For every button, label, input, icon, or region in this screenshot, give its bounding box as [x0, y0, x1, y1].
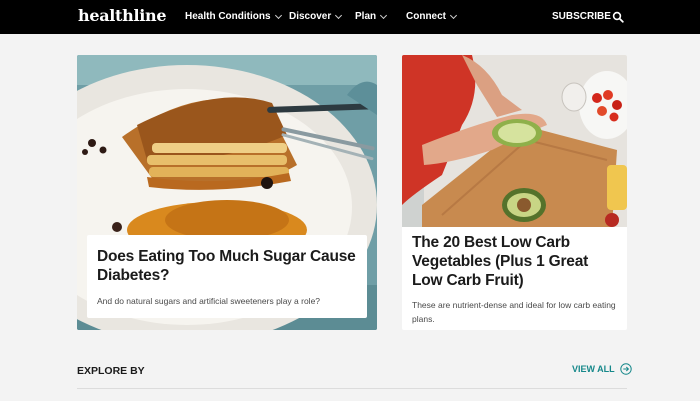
view-all-link[interactable]: VIEW ALL [572, 363, 632, 375]
chevron-down-icon [449, 11, 458, 19]
arrow-circle-right-icon [619, 363, 632, 375]
article-card-low-carb-vegetables[interactable]: The 20 Best Low Carb Vegetables (Plus 1 … [402, 55, 627, 330]
article-card-text: Does Eating Too Much Sugar Cause Diabete… [87, 235, 367, 318]
nav-plan[interactable]: Plan [355, 11, 388, 22]
avocado-photo [402, 55, 627, 227]
nav-discover[interactable]: Discover [289, 11, 343, 22]
view-all-label: VIEW ALL [572, 364, 615, 374]
healthline-logo[interactable]: healthline [78, 6, 167, 25]
top-nav: healthline Health Conditions Discover Pl… [0, 0, 700, 34]
article-card-sugar-diabetes[interactable]: Does Eating Too Much Sugar Cause Diabete… [77, 55, 377, 330]
nav-connect[interactable]: Connect [406, 11, 458, 22]
article-subtitle: These are nutrient-dense and ideal for l… [412, 300, 616, 324]
subscribe-link[interactable]: SUBSCRIBE [552, 11, 611, 22]
nav-health-conditions[interactable]: Health Conditions [185, 11, 282, 22]
chevron-down-icon [335, 11, 343, 19]
nav-item-label: Discover [289, 11, 332, 22]
nav-item-label: Plan [355, 11, 377, 22]
article-card-text: The 20 Best Low Carb Vegetables (Plus 1 … [412, 233, 622, 326]
chevron-down-icon [380, 11, 388, 19]
article-subtitle: And do natural sugars and artificial swe… [97, 296, 321, 306]
article-title[interactable]: The 20 Best Low Carb Vegetables (Plus 1 … [412, 233, 622, 290]
nav-item-label: Health Conditions [185, 11, 271, 22]
article-title[interactable]: Does Eating Too Much Sugar Cause Diabete… [97, 247, 357, 285]
chevron-down-icon [274, 11, 282, 19]
section-divider [77, 388, 627, 389]
explore-by-heading: EXPLORE BY [77, 365, 145, 377]
search-icon[interactable] [612, 11, 624, 23]
nav-item-label: Connect [406, 11, 446, 22]
